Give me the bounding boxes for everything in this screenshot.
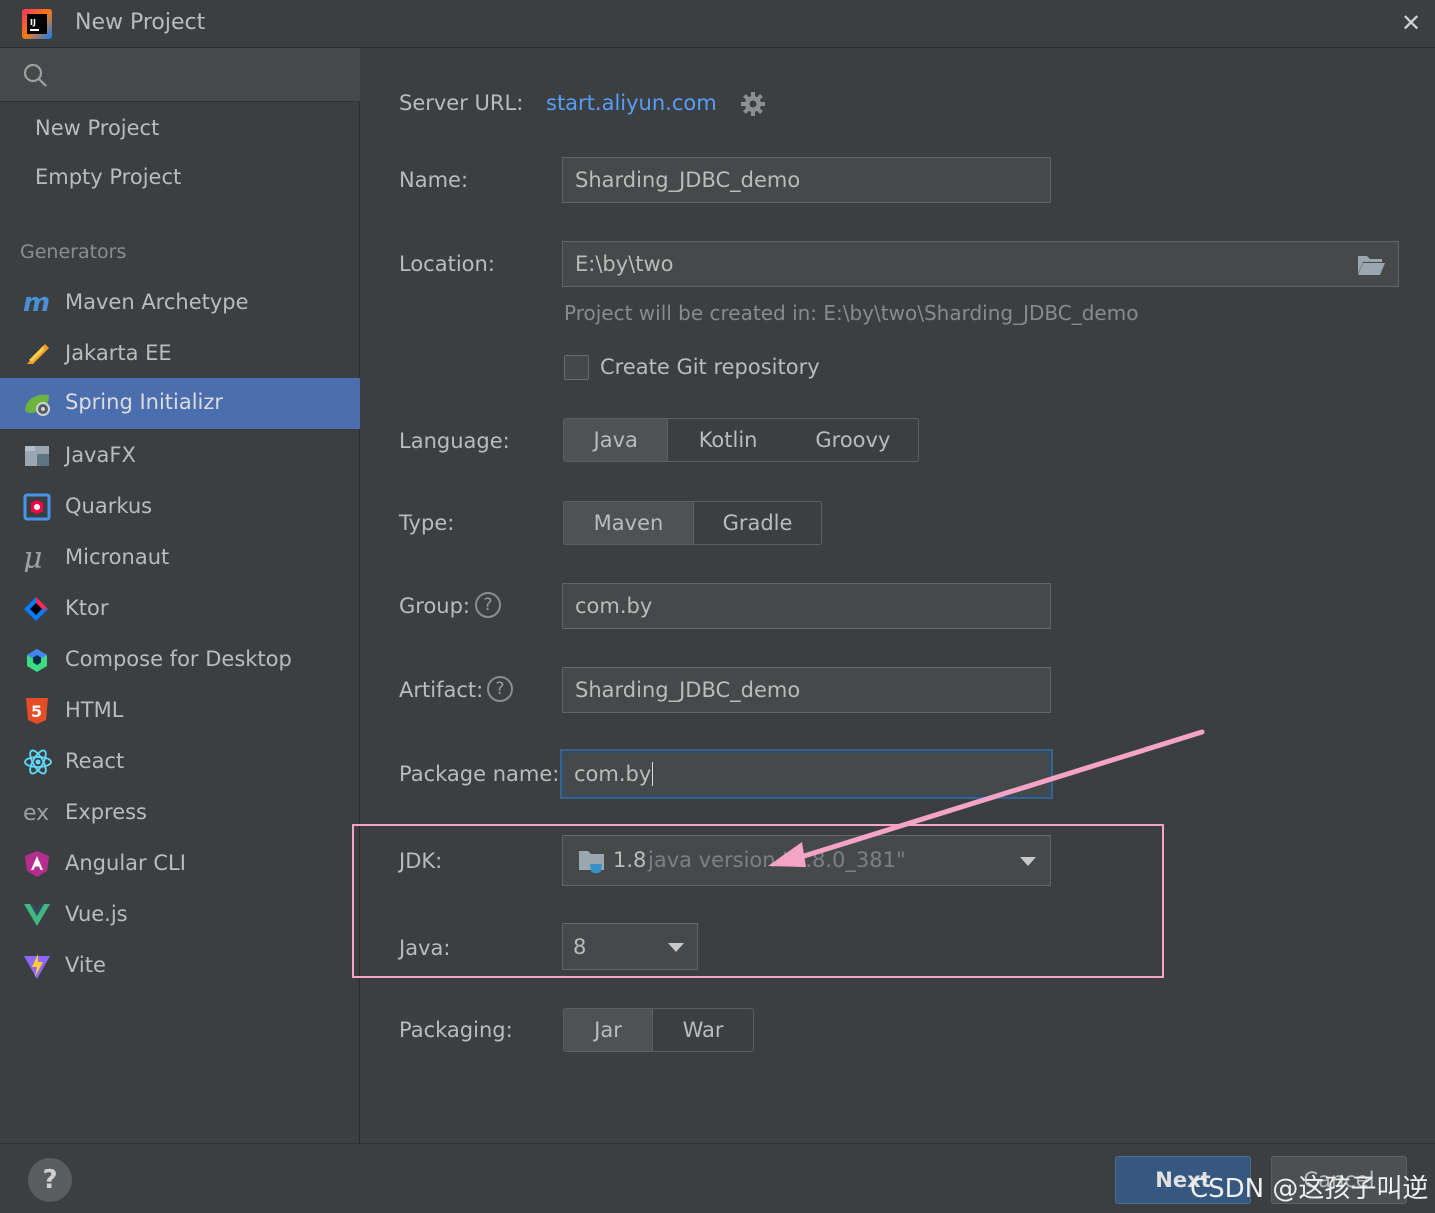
sidebar-item-micronaut[interactable]: μ Micronaut [0, 533, 360, 583]
html5-icon: 5 [26, 698, 48, 724]
compose-icon [27, 649, 47, 672]
maven-icon: m [23, 289, 50, 317]
language-option-kotlin[interactable]: Kotlin [668, 419, 788, 461]
react-icon [24, 749, 52, 775]
type-segmented: Maven Gradle [563, 501, 822, 545]
sidebar-item-label: Angular CLI [65, 851, 186, 875]
section-label-generators: Generators [20, 241, 127, 263]
server-url-label: Server URL: [399, 91, 524, 115]
name-value: Sharding_JDBC_demo [575, 168, 801, 192]
sidebar-item-empty-project[interactable]: Empty Project [35, 165, 181, 189]
sidebar-item-ktor[interactable]: Ktor [0, 584, 360, 634]
language-option-groovy[interactable]: Groovy [787, 419, 918, 461]
window-title: New Project [75, 10, 206, 35]
sidebar-item-html[interactable]: 5 HTML [0, 686, 360, 736]
sidebar-item-vite[interactable]: Vite [0, 941, 360, 991]
ktor-icon [24, 597, 48, 621]
sidebar-item-label: JavaFX [65, 443, 136, 467]
packaging-segmented: Jar War [563, 1008, 754, 1052]
name-label: Name: [399, 168, 469, 192]
artifact-field[interactable]: Sharding_JDBC_demo [562, 667, 1051, 713]
git-label: Create Git repository [600, 355, 820, 379]
sidebar-item-label: Express [65, 800, 148, 824]
svg-text:m: m [23, 289, 50, 317]
sidebar-item-label: React [65, 749, 125, 773]
sidebar-item-quarkus[interactable]: Quarkus [0, 482, 360, 532]
packaging-option-jar[interactable]: Jar [564, 1009, 654, 1051]
gear-icon[interactable] [740, 91, 766, 117]
sidebar-item-compose-for-desktop[interactable]: Compose for Desktop [0, 635, 360, 685]
packaging-label: Packaging: [399, 1018, 513, 1042]
package-name-value: com.by [574, 762, 652, 786]
vite-icon [24, 954, 50, 979]
artifact-label: Artifact: [399, 678, 484, 702]
svg-text:μ: μ [23, 544, 43, 572]
language-segmented: Java Kotlin Groovy [563, 418, 919, 462]
svg-text:5: 5 [31, 702, 42, 721]
sidebar-item-javafx[interactable]: JavaFX [0, 431, 360, 481]
svg-text:IJ: IJ [30, 18, 36, 27]
sidebar-item-maven-archetype[interactable]: m Maven Archetype [0, 278, 360, 328]
spring-icon [25, 394, 50, 416]
sidebar-item-react[interactable]: React [0, 737, 360, 787]
group-value: com.by [575, 594, 653, 618]
watermark: CSDN @这孩子叫逆 [1190, 1174, 1429, 1204]
sidebar-item-new-project[interactable]: New Project [35, 116, 159, 140]
sidebar-item-jakarta-ee[interactable]: Jakarta EE [0, 329, 360, 379]
angular-icon [25, 851, 49, 877]
title-bar: IJ New Project ✕ [0, 0, 1435, 48]
location-hint: Project will be created in: E:\by\two\Sh… [564, 301, 1139, 325]
artifact-help-icon[interactable]: ? [487, 676, 513, 702]
sidebar-item-express[interactable]: ex Express [0, 788, 360, 838]
sidebar-item-spring-initializr[interactable]: Spring Initializr [0, 378, 360, 429]
type-label: Type: [399, 511, 455, 535]
packaging-option-war[interactable]: War [653, 1009, 753, 1051]
svg-text:ex: ex [23, 801, 49, 826]
sidebar-item-label: Ktor [65, 596, 109, 620]
type-option-gradle[interactable]: Gradle [694, 502, 821, 544]
sidebar-item-label: Vite [65, 953, 106, 977]
group-field[interactable]: com.by [562, 583, 1051, 629]
group-label: Group: [399, 594, 471, 618]
text-cursor [652, 762, 654, 786]
sidebar-item-label: Vue.js [65, 902, 128, 926]
location-value: E:\by\two [575, 252, 674, 276]
package-name-label: Package name: [399, 762, 560, 786]
location-label: Location: [399, 252, 495, 276]
sidebar-search[interactable] [0, 48, 360, 102]
express-icon: ex [23, 801, 49, 826]
language-label: Language: [399, 429, 510, 453]
sidebar-item-label: Quarkus [65, 494, 153, 518]
sidebar-item-label: HTML [65, 698, 124, 722]
git-checkbox[interactable] [564, 355, 589, 380]
name-field[interactable]: Sharding_JDBC_demo [562, 157, 1051, 203]
micronaut-icon: μ [23, 544, 43, 572]
sidebar-item-label: Micronaut [65, 545, 170, 569]
server-url-link[interactable]: start.aliyun.com [546, 91, 717, 115]
sidebar-item-label: Spring Initializr [65, 390, 224, 414]
jakarta-ee-icon [27, 344, 49, 364]
intellij-logo-icon: IJ [22, 9, 52, 39]
type-option-maven[interactable]: Maven [564, 502, 694, 544]
sidebar: New Project Empty Project Generators m M… [0, 48, 360, 1143]
artifact-value: Sharding_JDBC_demo [575, 678, 801, 702]
sidebar-item-angular-cli[interactable]: Angular CLI [0, 839, 360, 889]
sidebar-item-label: Jakarta EE [65, 341, 172, 365]
close-icon[interactable]: ✕ [1396, 6, 1426, 40]
sidebar-item-label: Compose for Desktop [65, 647, 292, 671]
sidebar-item-vuejs[interactable]: Vue.js [0, 890, 360, 940]
quarkus-icon [23, 493, 51, 521]
search-icon [23, 63, 47, 87]
javafx-icon [25, 446, 49, 466]
language-option-java[interactable]: Java [564, 419, 669, 461]
folder-open-icon[interactable] [1356, 252, 1386, 278]
help-button[interactable]: ? [28, 1158, 72, 1202]
annotation-arrow [768, 729, 1205, 867]
vue-icon [24, 904, 50, 926]
group-help-icon[interactable]: ? [475, 592, 501, 618]
sidebar-item-label: Maven Archetype [65, 290, 249, 314]
location-field[interactable]: E:\by\two [562, 241, 1399, 287]
